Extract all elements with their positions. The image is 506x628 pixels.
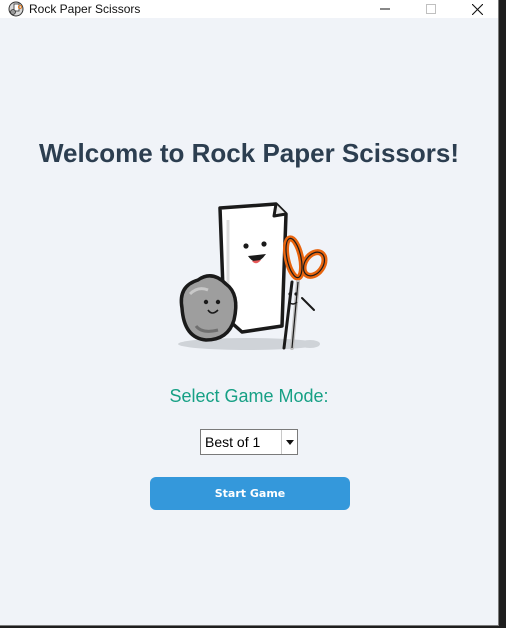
- close-button[interactable]: [454, 0, 500, 18]
- welcome-heading: Welcome to Rock Paper Scissors!: [38, 138, 459, 168]
- start-game-button[interactable]: Start Game: [150, 477, 350, 510]
- game-mode-select[interactable]: Best of 1: [200, 429, 298, 455]
- caret-down-icon: [285, 439, 294, 445]
- maximize-icon: [426, 4, 436, 14]
- game-mode-label: Select Game Mode:: [169, 386, 329, 406]
- maximize-button[interactable]: [408, 0, 454, 18]
- minimize-icon: [380, 8, 390, 10]
- rock-paper-scissors-app-icon: [8, 1, 24, 17]
- close-icon: [471, 3, 483, 15]
- rock-paper-scissors-cartoon: [178, 202, 328, 350]
- background-desktop: [499, 0, 506, 628]
- title-bar[interactable]: Rock Paper Scissors: [0, 0, 498, 18]
- dropdown-arrow-icon[interactable]: [281, 430, 297, 454]
- game-mode-select-value: Best of 1: [205, 434, 261, 450]
- window-title: Rock Paper Scissors: [29, 2, 141, 16]
- minimize-button[interactable]: [362, 0, 408, 18]
- app-window: Rock Paper Scissors Welcome to Rock Pape…: [0, 0, 499, 626]
